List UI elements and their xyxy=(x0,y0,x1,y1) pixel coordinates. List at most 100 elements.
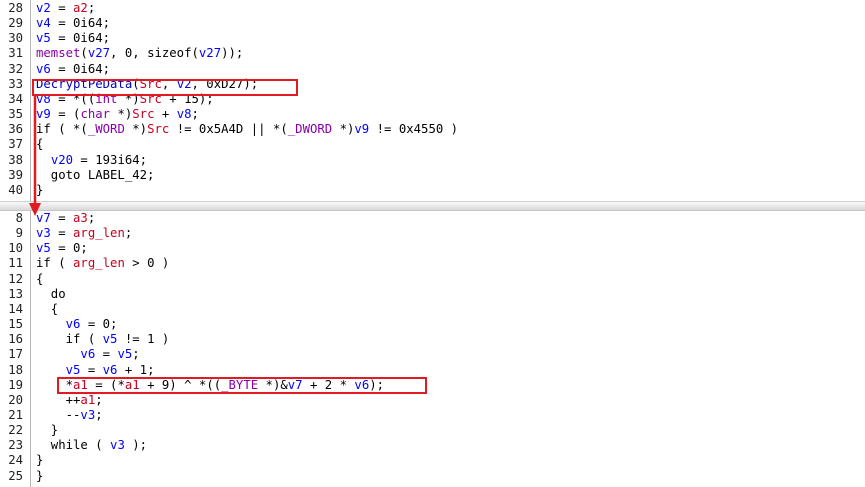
code-token: ; xyxy=(95,407,103,422)
code-token: = 0i64; xyxy=(50,61,111,76)
code-token: _WORD xyxy=(87,122,125,137)
code-token: ; xyxy=(87,211,96,225)
code-token: v20 xyxy=(50,152,74,167)
line-number: 18 xyxy=(8,362,23,377)
code-token: v9 xyxy=(36,107,51,122)
line-number: 16 xyxy=(8,332,23,347)
line-number: 28 xyxy=(8,1,23,15)
line-number: 29 xyxy=(8,16,23,31)
line-number: 21 xyxy=(8,407,23,422)
code-token: + 15); xyxy=(161,91,214,106)
code-text: v6 = 0i64; xyxy=(36,62,110,77)
code-token: , xyxy=(161,76,177,91)
code-token: if ( *( xyxy=(36,122,88,137)
line-number: 15 xyxy=(8,317,23,332)
code-token: v3 xyxy=(36,226,51,241)
code-token: v5 xyxy=(65,362,81,377)
code-token: a1 xyxy=(73,377,88,392)
code-token: , 0, sizeof( xyxy=(110,46,199,61)
code-token: if ( xyxy=(36,332,103,347)
code-text: } xyxy=(36,469,43,484)
code-token: != 1 ) xyxy=(117,332,170,347)
code-token: = (* xyxy=(87,377,125,392)
code-token: *) xyxy=(117,91,140,106)
code-text: memset(v27, 0, sizeof(v27)); xyxy=(36,46,243,61)
code-token: + 1; xyxy=(117,362,155,377)
code-token: = 0; xyxy=(80,317,118,332)
bottom-code-pane[interactable]: 8 v7 = a3; 9 v3 = arg_len; 10 v5 = 0; 11 if ( a… xyxy=(0,211,865,487)
code-text: { xyxy=(36,302,58,317)
code-token: *)& xyxy=(258,377,288,392)
line-number: 10 xyxy=(8,241,23,256)
code-token: > 0 ) xyxy=(124,256,170,271)
pane-splitter[interactable] xyxy=(0,201,865,211)
code-token: { xyxy=(36,271,44,286)
code-token: v3 xyxy=(80,407,96,422)
code-token: = ( xyxy=(50,107,81,122)
line-number: 17 xyxy=(8,347,23,362)
code-text: if ( *(_WORD *)Src != 0x5A4D || *(_DWORD… xyxy=(36,122,458,137)
code-token: v8 xyxy=(176,107,192,122)
code-token: while ( xyxy=(36,438,111,453)
code-token: = xyxy=(50,211,74,225)
line-number: 37 xyxy=(8,137,23,152)
code-token: v5 xyxy=(102,332,118,347)
code-token: v6 xyxy=(102,362,118,377)
top-code-pane[interactable]: 28 v2 = a2; 29 v4 = 0i64; 30 v5 = 0i64; 31 mems… xyxy=(0,0,865,201)
code-token: ; xyxy=(87,1,96,15)
code-text: v5 = 0; xyxy=(36,241,88,256)
code-token: arg_len xyxy=(73,226,125,241)
line-number: 12 xyxy=(8,271,23,286)
code-token: v4 xyxy=(36,16,51,31)
code-token: Src xyxy=(132,107,155,122)
line-number: 11 xyxy=(8,256,23,271)
code-token: v7 xyxy=(287,377,303,392)
code-text: v8 = *((int *)Src + 15); xyxy=(36,92,214,107)
code-token: ; xyxy=(124,226,133,241)
code-text: } xyxy=(36,453,43,468)
line-number: 32 xyxy=(8,61,23,76)
line-number: 35 xyxy=(8,107,23,122)
line-number: 8 xyxy=(15,211,23,225)
code-token: != 0x5A4D || *( xyxy=(169,122,288,137)
code-token: *) xyxy=(124,122,148,137)
code-token: + 9) ^ *(( xyxy=(139,377,222,392)
code-token: v7 xyxy=(36,211,51,225)
code-text: v6 = 0; xyxy=(36,317,118,332)
code-text: v5 = v6 + 1; xyxy=(36,363,155,378)
code-token: v9 xyxy=(354,122,370,137)
code-text: if ( v5 != 1 ) xyxy=(36,332,170,347)
code-token: if ( xyxy=(36,256,74,271)
code-text: ++a1; xyxy=(36,393,103,408)
line-number: 39 xyxy=(8,167,23,182)
code-token: v6 xyxy=(80,347,96,362)
code-token: } xyxy=(36,468,44,483)
code-text: *a1 = (*a1 + 9) ^ *((_BYTE *)&v7 + 2 * v… xyxy=(36,378,384,393)
code-token: v6 xyxy=(65,317,81,332)
code-token: = xyxy=(50,1,74,15)
code-token: = xyxy=(50,226,74,241)
code-token: } xyxy=(36,423,59,438)
code-text: do xyxy=(36,287,66,302)
code-token: Src xyxy=(139,76,162,91)
line-number: 22 xyxy=(8,423,23,438)
line-number: 24 xyxy=(8,453,23,468)
code-token: v5 xyxy=(36,31,51,46)
code-token: = 193i64; xyxy=(73,152,148,167)
code-text: DecryptPeData(Src, v2, 0xD27); xyxy=(36,77,258,92)
code-token: ; xyxy=(191,107,199,122)
code-token: v2 xyxy=(176,76,192,91)
line-number: 38 xyxy=(8,152,23,167)
line-number: 20 xyxy=(8,392,23,407)
code-token: ); xyxy=(369,377,385,392)
code-text: } xyxy=(36,183,43,198)
code-token: + xyxy=(154,107,177,122)
code-token: } xyxy=(36,453,44,468)
code-token: do xyxy=(36,286,66,301)
line-number: 36 xyxy=(8,122,23,137)
code-token: = xyxy=(80,362,103,377)
code-token: v5 xyxy=(117,347,133,362)
code-token: v8 xyxy=(36,91,51,106)
code-token: + 2 * xyxy=(302,377,355,392)
